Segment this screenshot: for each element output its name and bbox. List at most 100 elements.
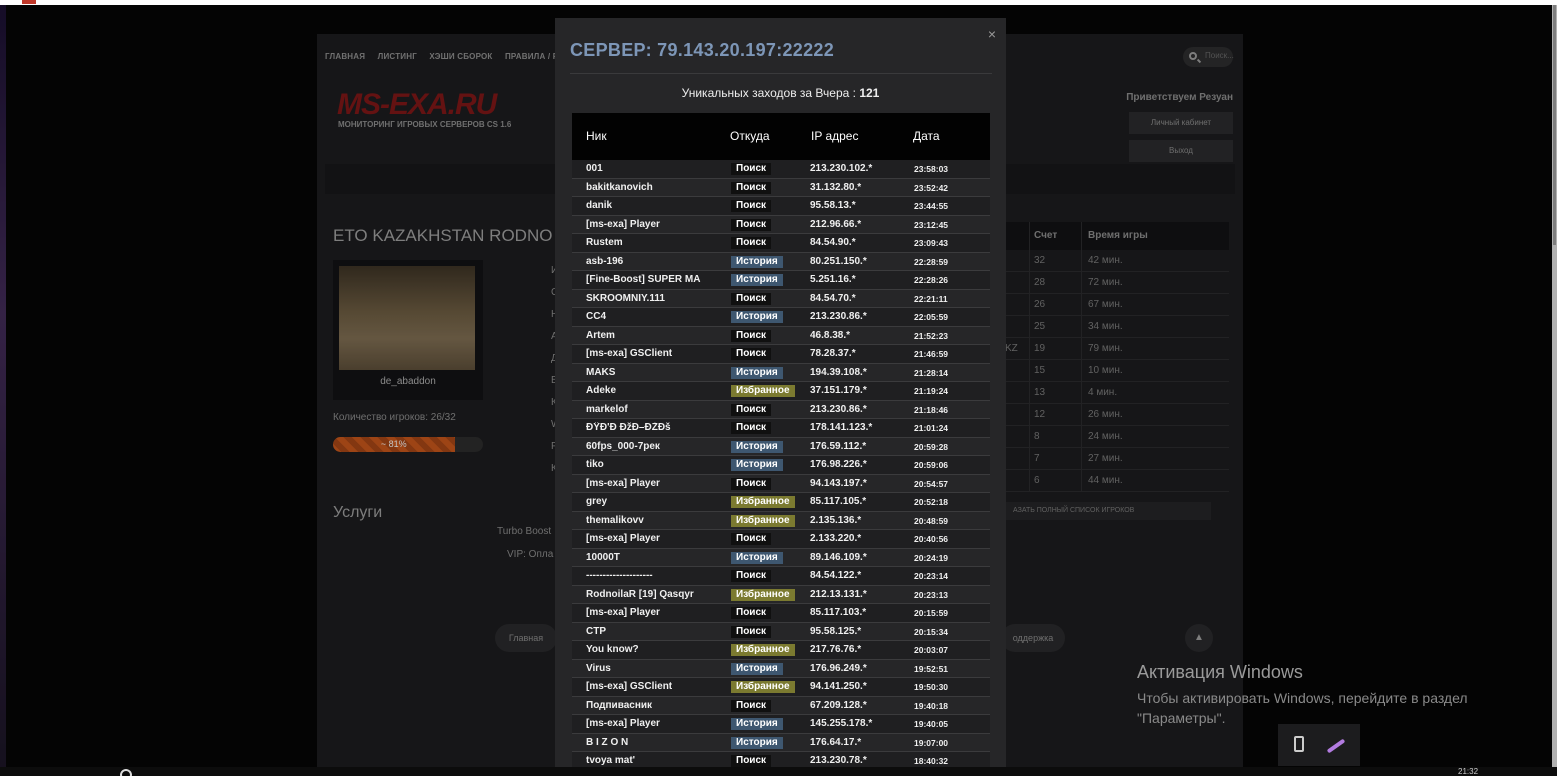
visit-nick: [ms-exa] Player — [586, 607, 660, 618]
visit-source-badge: Поиск — [731, 570, 772, 582]
visit-ip: 67.209.128.* — [810, 699, 867, 711]
visit-ip: 217.76.76.* — [810, 644, 862, 655]
visit-nick: -------------------- — [586, 570, 653, 581]
visit-date: 20:54:57 — [914, 478, 949, 489]
visit-source-badge: Избранное — [731, 496, 795, 508]
visit-source-badge: Поиск — [731, 755, 772, 767]
col-nick: Ник — [586, 129, 607, 143]
visit-nick: CTP — [586, 625, 606, 637]
visit-source-badge: История — [731, 274, 783, 286]
visit-row: You know? Избранное 217.76.76.* 20:03:07 — [572, 641, 990, 660]
visit-ip: 176.59.112.* — [810, 440, 867, 452]
visit-ip: 145.255.178.* — [810, 718, 873, 729]
close-icon[interactable]: × — [988, 26, 996, 42]
visit-nick: Подпивасник — [586, 699, 653, 711]
visit-row: -------------------- Поиск 84.54.122.* 20:2… — [572, 567, 990, 586]
visit-source-badge: Поиск — [731, 477, 772, 490]
visit-source-badge: Поиск — [731, 163, 772, 175]
visit-row: 001 Поиск 213.230.102.* 23:58:03 — [572, 160, 990, 179]
visit-source-badge: История — [731, 311, 783, 323]
visit-row: [ms-exa] Player История 145.255.178.* 19:40… — [572, 715, 990, 734]
pen-icon[interactable] — [1326, 738, 1346, 754]
visit-date: 22:21:11 — [914, 293, 948, 304]
visit-nick: SKROOMNIY.111 — [586, 292, 665, 304]
visit-nick: You know? — [586, 644, 639, 655]
visit-ip: 94.143.197.* — [810, 477, 867, 489]
visit-row: danik Поиск 95.58.13.* 23:44:55 — [572, 197, 990, 216]
visit-nick: CC4 — [586, 311, 607, 322]
visit-source-badge: История — [731, 736, 783, 749]
visit-nick: grey — [586, 496, 608, 507]
col-date: Дата — [913, 129, 940, 143]
visit-ip: 85.117.105.* — [810, 496, 867, 507]
visit-ip: 213.230.78.* — [810, 755, 867, 766]
visit-date: 21:19:24 — [914, 386, 949, 396]
visit-nick: bakitkanovich — [586, 181, 653, 193]
visit-date: 22:28:59 — [914, 256, 949, 267]
modal-divider — [570, 73, 992, 74]
visit-nick: 60fps_000-7рек — [586, 440, 660, 452]
visit-ip: 213.230.86.* — [810, 403, 867, 415]
visit-nick: [ms-exa] GSClient — [586, 681, 673, 692]
visit-source-badge: Поиск — [731, 422, 772, 434]
visit-date: 20:15:34 — [914, 626, 949, 637]
visit-ip: 176.98.226.* — [810, 459, 867, 470]
visit-row: tiko История 176.98.226.* 20:59:06 — [572, 456, 990, 475]
visit-ip: 176.96.249.* — [810, 662, 867, 674]
visit-source-badge: Поиск — [731, 218, 772, 231]
visit-date: 20:24:19 — [914, 552, 949, 563]
visit-date: 20:59:28 — [914, 441, 949, 452]
col-source: Откуда — [730, 129, 770, 143]
visit-row: [ms-exa] GSClient Избранное 94.141.250.* 19… — [572, 678, 990, 697]
visit-ip: 84.54.122.* — [810, 570, 862, 581]
visit-row: Подпивасник Поиск 67.209.128.* 19:40:18 — [572, 696, 990, 715]
visit-date: 21:52:23 — [914, 330, 949, 341]
visit-source-badge: Поиск — [731, 329, 772, 342]
visit-date: 21:01:24 — [914, 423, 949, 433]
visit-date: 18:40:32 — [914, 756, 949, 766]
visit-nick: 001 — [586, 163, 603, 174]
visit-ip: 213.230.102.* — [810, 163, 873, 174]
visit-date: 20:23:14 — [914, 571, 949, 581]
visit-source-badge: История — [731, 662, 783, 675]
visit-nick: tiko — [586, 459, 604, 470]
visit-row: bakitkanovich Поиск 31.132.80.* 23:52:42 — [572, 178, 990, 197]
visit-ip: 85.117.103.* — [810, 607, 867, 618]
visit-source-badge: Поиск — [731, 181, 772, 194]
visit-date: 19:40:18 — [914, 700, 949, 711]
visit-row: [ms-exa] Player Поиск 94.143.197.* 20:54:57 — [572, 474, 990, 493]
visit-source-badge: Поиск — [731, 292, 772, 305]
visit-nick: themalikovv — [586, 514, 644, 526]
visit-source-badge: Поиск — [731, 607, 772, 619]
visit-source-badge: Избранное — [731, 588, 795, 601]
search-taskbar-icon[interactable] — [120, 769, 132, 776]
visit-row: Adeke Избранное 37.151.179.* 21:19:24 — [572, 382, 990, 401]
visit-source-badge: История — [731, 718, 783, 730]
visit-nick: asb-196 — [586, 255, 624, 267]
visit-date: 23:12:45 — [914, 219, 949, 230]
visit-row: asb-196 История 80.251.150.* 22:28:59 — [572, 252, 990, 271]
usb-drive-icon[interactable] — [1294, 736, 1304, 752]
visit-nick: [ms-exa] Player — [586, 718, 660, 729]
visit-ip: 194.39.108.* — [810, 366, 867, 378]
visit-source-badge: Избранное — [731, 385, 795, 397]
tray-popup — [1278, 724, 1360, 766]
visit-nick: Artem — [586, 329, 615, 341]
taskbar-clock: 21:32 — [1458, 767, 1479, 776]
visit-date: 20:59:06 — [914, 460, 949, 470]
visit-nick: [ms-exa] GSClient — [586, 348, 673, 359]
visit-ip: 2.135.136.* — [810, 514, 862, 526]
visit-ip: 89.146.109.* — [810, 551, 867, 563]
visit-nick: B I Z O N — [586, 736, 629, 748]
visit-row: 60fps_000-7рек История 176.59.112.* 20:59:2… — [572, 437, 990, 456]
visit-date: 20:48:59 — [914, 515, 949, 526]
visit-source-badge: История — [731, 255, 783, 268]
visit-source-badge: История — [731, 366, 783, 379]
visit-nick: danik — [586, 200, 613, 211]
visit-source-badge: Поиск — [731, 348, 772, 360]
unique-visits-stat: Уникальных заходов за Вчера : 121 — [555, 86, 1006, 100]
visits-table-header: Ник Откуда IP адрес Дата — [572, 113, 990, 160]
visit-date: 19:40:05 — [914, 719, 949, 729]
visit-row: 10000T История 89.146.109.* 20:24:19 — [572, 548, 990, 567]
visit-source-badge: Поиск — [731, 403, 772, 416]
